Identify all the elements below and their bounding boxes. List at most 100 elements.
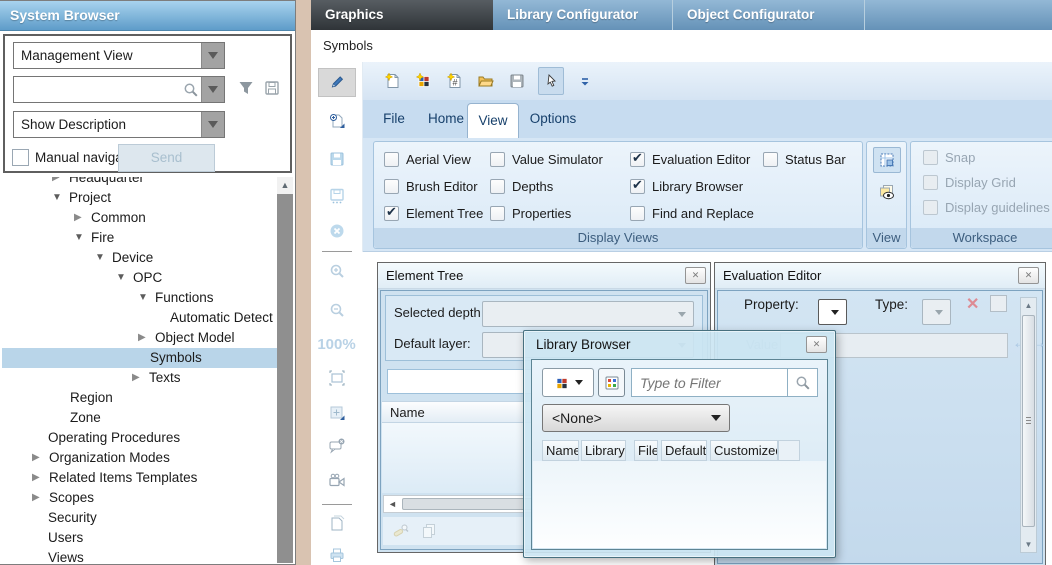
manual-navigation-checkbox[interactable] bbox=[12, 149, 29, 166]
collapse-icon[interactable]: ▼ bbox=[74, 228, 84, 248]
tree-item-device[interactable]: ▼Device bbox=[2, 248, 277, 268]
new-template-icon[interactable]: # bbox=[445, 71, 465, 91]
close-icon[interactable]: ✕ bbox=[806, 336, 827, 353]
checkbox-status-bar[interactable]: Status Bar bbox=[763, 152, 855, 167]
checkbox-find-and-replace[interactable]: Find and Replace bbox=[630, 206, 763, 221]
type-dropdown[interactable] bbox=[922, 299, 951, 325]
expand-icon[interactable]: ▶ bbox=[32, 488, 40, 508]
checkbox-display-guidelines[interactable]: Display guidelines bbox=[923, 200, 1050, 215]
open-icon[interactable] bbox=[476, 71, 496, 91]
tree-item-related-items-templates[interactable]: ▶Related Items Templates bbox=[2, 468, 277, 488]
system-browser-titlebar[interactable]: System Browser bbox=[0, 1, 295, 31]
new-object-icon[interactable] bbox=[414, 71, 434, 91]
tree-item-users[interactable]: Users bbox=[2, 528, 277, 548]
checkbox-value-simulator[interactable]: Value Simulator bbox=[490, 152, 630, 167]
checkbox-evaluation-editor[interactable]: Evaluation Editor bbox=[630, 152, 763, 167]
tree-item-functions[interactable]: ▼Functions bbox=[2, 288, 277, 308]
scroll-up-icon[interactable]: ▲ bbox=[277, 177, 293, 193]
element-tree-titlebar[interactable]: Element Tree ✕ bbox=[378, 263, 710, 289]
column-header-default[interactable]: Default bbox=[661, 440, 707, 461]
expand-icon[interactable]: ▶ bbox=[32, 468, 40, 488]
app-tab-graphics[interactable]: Graphics bbox=[311, 0, 493, 30]
checkbox-box[interactable] bbox=[490, 206, 505, 221]
grid-options-icon[interactable] bbox=[325, 403, 349, 424]
tree-scrollbar[interactable]: ▲ bbox=[277, 177, 293, 563]
library-table-body[interactable] bbox=[533, 461, 826, 548]
scrollbar-thumb[interactable] bbox=[1022, 315, 1035, 527]
evaluation-editor-scrollbar[interactable]: ▲ ▼ bbox=[1020, 297, 1037, 553]
fit-view-icon[interactable] bbox=[325, 367, 349, 388]
comment-icon[interactable] bbox=[325, 436, 349, 457]
scroll-left-icon[interactable]: ◄ bbox=[384, 496, 401, 512]
library-dropdown[interactable]: <None> bbox=[542, 404, 730, 432]
add-page-icon[interactable] bbox=[325, 111, 349, 132]
tree-item-organization-modes[interactable]: ▶Organization Modes bbox=[2, 448, 277, 468]
expand-icon[interactable]: ▶ bbox=[32, 448, 40, 468]
tree-scrollbar-thumb[interactable] bbox=[277, 194, 293, 563]
tree-item-opc[interactable]: ▼OPC bbox=[2, 268, 277, 288]
tree-item-automatic-detect[interactable]: Automatic Detect bbox=[2, 308, 277, 328]
ribbon-tab-view[interactable]: View bbox=[467, 103, 519, 138]
description-dropdown[interactable]: Show Description bbox=[13, 111, 225, 138]
tree-item-symbols[interactable]: Symbols bbox=[2, 348, 277, 368]
tree-item-fire[interactable]: ▼Fire bbox=[2, 228, 277, 248]
tree-item-texts[interactable]: ▶Texts bbox=[2, 368, 277, 388]
checkbox-brush-editor[interactable]: Brush Editor bbox=[384, 179, 490, 194]
selected-depth-dropdown[interactable] bbox=[482, 301, 694, 327]
camera-icon[interactable] bbox=[325, 471, 349, 492]
close-icon[interactable]: ✕ bbox=[1018, 267, 1039, 284]
overflow-icon[interactable] bbox=[575, 71, 595, 91]
checkbox-properties[interactable]: Properties bbox=[490, 206, 630, 221]
column-header-library[interactable]: Library bbox=[581, 440, 626, 461]
checkbox-box[interactable] bbox=[490, 179, 505, 194]
app-tab-library-configurator[interactable]: Library Configurator bbox=[493, 0, 673, 30]
filter-icon[interactable] bbox=[238, 80, 260, 102]
close-icon[interactable]: ✕ bbox=[685, 267, 706, 284]
view-mode-button[interactable] bbox=[598, 368, 625, 397]
scroll-down-icon[interactable]: ▼ bbox=[1021, 537, 1036, 552]
pen-icon[interactable] bbox=[318, 68, 356, 97]
evaluation-checkbox[interactable] bbox=[990, 295, 1007, 312]
collapse-icon[interactable]: ▼ bbox=[52, 188, 62, 208]
checkbox-aerial-view[interactable]: Aerial View bbox=[384, 152, 490, 167]
app-tab-object-configurator[interactable]: Object Configurator bbox=[673, 0, 865, 30]
checkbox-display-grid[interactable]: Display Grid bbox=[923, 175, 1050, 190]
zoom-out-icon[interactable] bbox=[325, 299, 349, 320]
checkbox-snap[interactable]: Snap bbox=[923, 150, 1050, 165]
save-as-icon[interactable] bbox=[325, 185, 349, 206]
save-disabled-icon[interactable] bbox=[507, 71, 527, 91]
tree-item-security[interactable]: Security bbox=[2, 508, 277, 528]
checkbox-box[interactable] bbox=[923, 200, 938, 215]
copy-icon[interactable] bbox=[421, 523, 437, 539]
layers-visibility-icon[interactable] bbox=[873, 179, 901, 205]
page-icon[interactable] bbox=[325, 513, 349, 534]
document-tab-symbols[interactable]: Symbols bbox=[311, 30, 385, 62]
edit-key-icon[interactable] bbox=[393, 523, 409, 539]
ribbon-tab-home[interactable]: Home bbox=[421, 100, 471, 138]
scroll-up-icon[interactable]: ▲ bbox=[1021, 298, 1036, 313]
collapse-icon[interactable]: ▼ bbox=[138, 288, 148, 308]
tree-item-common[interactable]: ▶Common bbox=[2, 208, 277, 228]
collapse-icon[interactable]: ▼ bbox=[116, 268, 126, 288]
description-dropdown-button[interactable] bbox=[201, 112, 224, 137]
tree-item-object-model[interactable]: ▶Object Model bbox=[2, 328, 277, 348]
search-input[interactable] bbox=[13, 76, 225, 103]
expand-icon[interactable]: ▶ bbox=[74, 208, 82, 228]
select-cursor-icon[interactable] bbox=[538, 67, 564, 95]
property-dropdown[interactable] bbox=[818, 299, 847, 325]
column-header-file[interactable]: File bbox=[634, 440, 658, 461]
checkbox-box[interactable] bbox=[384, 179, 399, 194]
checkbox-element-tree[interactable]: Element Tree bbox=[384, 206, 490, 221]
ribbon-tab-options[interactable]: Options bbox=[523, 100, 583, 138]
tree-item-project[interactable]: ▼Project bbox=[2, 188, 277, 208]
checkbox-box[interactable] bbox=[923, 175, 938, 190]
column-header-name[interactable]: Name bbox=[542, 440, 579, 461]
save-icon[interactable] bbox=[325, 148, 349, 169]
send-button[interactable]: Send bbox=[118, 144, 215, 172]
save-search-icon[interactable] bbox=[264, 80, 286, 102]
view-mode-dropdown[interactable]: Management View bbox=[13, 42, 225, 69]
expand-icon[interactable]: ▶ bbox=[52, 177, 60, 188]
checkbox-box[interactable] bbox=[630, 179, 645, 194]
library-browser-titlebar[interactable]: Library Browser ✕ bbox=[524, 331, 835, 358]
search-button[interactable] bbox=[787, 368, 818, 397]
